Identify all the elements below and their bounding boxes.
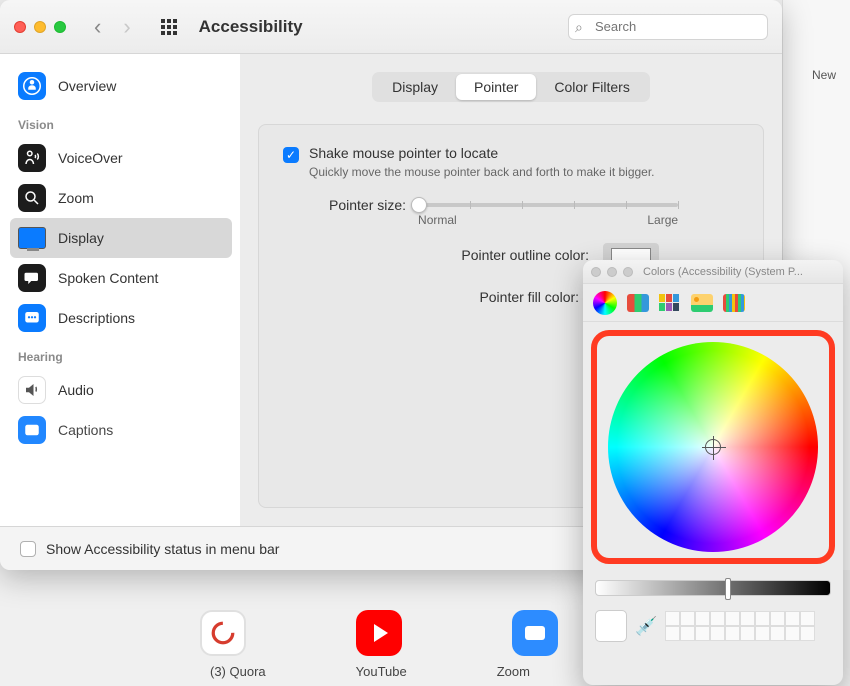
colors-window: Colors (Accessibility (System P... 💉 xyxy=(583,260,843,685)
youtube-label: YouTube xyxy=(356,664,407,679)
color-palettes-tab-icon[interactable] xyxy=(659,294,681,312)
colors-minimize-button[interactable] xyxy=(607,267,617,277)
tab-display[interactable]: Display xyxy=(374,74,456,100)
sidebar-item-overview[interactable]: Overview xyxy=(10,66,232,106)
colors-window-title: Colors (Accessibility (System P... xyxy=(643,266,803,278)
colors-titlebar: Colors (Accessibility (System P... xyxy=(583,260,843,284)
colors-close-button[interactable] xyxy=(591,267,601,277)
pointer-size-slider[interactable] xyxy=(418,203,678,207)
titlebar: ‹ › Accessibility ⌕ xyxy=(0,0,782,54)
sidebar: Overview Vision VoiceOver Zoom Display xyxy=(0,54,240,526)
slider-max-label: Large xyxy=(647,213,678,227)
color-wheel-highlight xyxy=(591,330,835,564)
window-controls xyxy=(14,21,66,33)
colors-zoom-button[interactable] xyxy=(623,267,633,277)
menubar-checkbox-label: Show Accessibility status in menu bar xyxy=(46,541,279,557)
saved-swatches-grid[interactable] xyxy=(665,611,815,641)
back-button[interactable]: ‹ xyxy=(94,14,101,40)
display-icon xyxy=(18,227,46,249)
section-hearing: Hearing xyxy=(10,338,240,370)
minimize-window-button[interactable] xyxy=(34,21,46,33)
forward-button[interactable]: › xyxy=(123,14,130,40)
color-wheel-crosshair-icon[interactable] xyxy=(705,439,721,455)
color-wheel-tab-icon[interactable] xyxy=(593,291,617,315)
quickbooks-icon[interactable] xyxy=(200,610,246,656)
pointer-size-label: Pointer size: xyxy=(329,197,406,213)
menubar-checkbox[interactable] xyxy=(20,541,36,557)
background-app-icons xyxy=(200,610,558,656)
fill-color-label: Pointer fill color: xyxy=(409,289,579,305)
slider-min-label: Normal xyxy=(418,213,457,227)
audio-icon xyxy=(18,376,46,404)
sidebar-label: Overview xyxy=(58,78,116,94)
zoom-icon xyxy=(18,184,46,212)
tab-bar: Display Pointer Color Filters xyxy=(372,72,650,102)
section-vision: Vision xyxy=(10,106,240,138)
current-color-swatch[interactable] xyxy=(595,610,627,642)
sidebar-item-display[interactable]: Display xyxy=(10,218,232,258)
zoom-app-icon[interactable] xyxy=(512,610,558,656)
shake-subtext: Quickly move the mouse pointer back and … xyxy=(309,165,655,179)
tab-pointer[interactable]: Pointer xyxy=(456,74,536,100)
sidebar-label: Zoom xyxy=(58,190,94,206)
bg-new-label: New xyxy=(812,68,836,82)
search-icon: ⌕ xyxy=(575,19,583,36)
sidebar-label: Audio xyxy=(58,382,94,398)
color-wheel[interactable] xyxy=(608,342,818,552)
sidebar-item-voiceover[interactable]: VoiceOver xyxy=(10,138,232,178)
tab-color-filters[interactable]: Color Filters xyxy=(536,74,647,100)
shake-checkbox[interactable]: ✓ xyxy=(283,147,299,163)
pencils-tab-icon[interactable] xyxy=(723,294,745,312)
sidebar-label: Captions xyxy=(58,422,113,438)
outline-color-label: Pointer outline color: xyxy=(419,247,589,263)
sidebar-label: Spoken Content xyxy=(58,270,158,286)
sidebar-item-descriptions[interactable]: Descriptions xyxy=(10,298,232,338)
voiceover-icon xyxy=(18,144,46,172)
show-all-icon[interactable] xyxy=(161,19,177,35)
youtube-icon[interactable] xyxy=(356,610,402,656)
sidebar-item-spoken-content[interactable]: Spoken Content xyxy=(10,258,232,298)
colors-toolbar xyxy=(583,284,843,322)
slider-thumb[interactable] xyxy=(411,197,427,213)
quora-label: (3) Quora xyxy=(210,664,266,679)
descriptions-icon xyxy=(18,304,46,332)
overview-icon xyxy=(18,72,46,100)
window-title: Accessibility xyxy=(199,17,303,37)
captions-icon xyxy=(18,416,46,444)
image-palettes-tab-icon[interactable] xyxy=(691,294,713,312)
brightness-thumb[interactable] xyxy=(725,578,731,600)
sidebar-item-captions[interactable]: Captions xyxy=(10,410,232,450)
background-app-labels: (3) Quora YouTube Zoom xyxy=(210,664,530,679)
sidebar-item-zoom[interactable]: Zoom xyxy=(10,178,232,218)
fullscreen-window-button[interactable] xyxy=(54,21,66,33)
sidebar-label: Display xyxy=(58,230,104,246)
eyedropper-icon[interactable]: 💉 xyxy=(635,616,657,637)
zoom-label: Zoom xyxy=(497,664,530,679)
close-window-button[interactable] xyxy=(14,21,26,33)
color-sliders-tab-icon[interactable] xyxy=(627,294,649,312)
search-input[interactable] xyxy=(568,14,768,40)
sidebar-label: VoiceOver xyxy=(58,150,123,166)
shake-label: Shake mouse pointer to locate xyxy=(309,145,655,161)
sidebar-item-audio[interactable]: Audio xyxy=(10,370,232,410)
spoken-content-icon xyxy=(18,264,46,292)
sidebar-label: Descriptions xyxy=(58,310,135,326)
brightness-slider[interactable] xyxy=(595,580,831,596)
